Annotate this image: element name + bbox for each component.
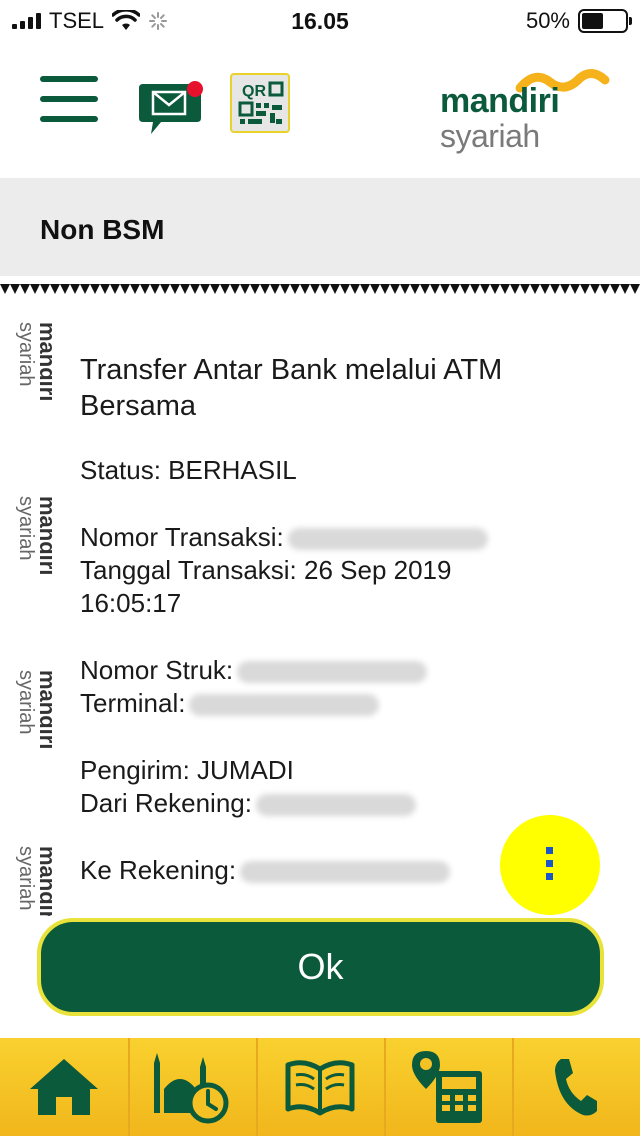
logo-text-syariah: syariah xyxy=(440,118,540,154)
transaction-date-line: Tanggal Transaksi: 26 Sep 2019 16:05:17 xyxy=(80,555,452,618)
battery-icon xyxy=(578,9,632,33)
sender-line: Pengirim: JUMADI xyxy=(80,755,294,785)
hamburger-menu-icon[interactable] xyxy=(40,76,98,122)
redacted-value xyxy=(237,661,428,684)
receipt-number-line: Nomor Struk: xyxy=(80,654,580,687)
battery-percent: 50% xyxy=(525,8,570,33)
atm-location-icon xyxy=(412,1051,482,1123)
svg-text:syariah: syariah xyxy=(15,496,37,560)
redacted-value xyxy=(287,528,488,551)
redacted-value xyxy=(189,694,380,717)
nav-quran[interactable] xyxy=(256,1038,384,1136)
redacted-value xyxy=(255,794,416,817)
receipt-body: Transfer Antar Bank melalui ATM Bersama … xyxy=(80,352,580,887)
svg-text:syariah: syariah xyxy=(15,322,37,386)
watermark-logo: mandiri syariah xyxy=(15,496,52,575)
status-right: 50% xyxy=(525,8,632,34)
from-account-line: Dari Rekening: xyxy=(80,787,580,820)
app-header: QR mandiri syariah xyxy=(0,40,640,178)
bottom-navigation xyxy=(0,1038,640,1136)
qr-label: QR xyxy=(242,83,266,100)
terminal-line: Terminal: xyxy=(80,687,580,720)
qr-code-button[interactable]: QR xyxy=(230,73,290,133)
logo-text-mandiri: mandiri xyxy=(440,82,560,120)
notification-dot xyxy=(187,81,203,97)
nav-prayer-time[interactable] xyxy=(128,1038,256,1136)
mosque-time-icon xyxy=(154,1053,229,1124)
mandiri-syariah-logo: mandiri syariah xyxy=(440,60,625,155)
phone-icon xyxy=(555,1059,597,1116)
more-options-button[interactable] xyxy=(500,815,600,915)
page-title-bar: Non BSM xyxy=(0,178,640,276)
svg-text:syariah: syariah xyxy=(15,670,37,734)
receipt-zigzag-edge xyxy=(0,284,640,294)
watermark-logo: mandiri syariah xyxy=(15,322,52,401)
quran-icon xyxy=(285,1060,355,1116)
home-icon xyxy=(30,1059,98,1115)
status-bar: TSEL 16.05 50% xyxy=(0,0,640,40)
nav-home[interactable] xyxy=(0,1038,128,1136)
nav-call[interactable] xyxy=(512,1038,640,1136)
vertical-dots-icon xyxy=(546,847,553,880)
qr-code-icon: QR xyxy=(238,81,284,124)
message-icon[interactable] xyxy=(139,80,205,136)
ok-button[interactable]: Ok xyxy=(37,918,604,1016)
redacted-value xyxy=(240,861,451,884)
watermark-logo: mandiri syariah xyxy=(15,670,52,749)
receipt-title: Transfer Antar Bank melalui ATM Bersama xyxy=(80,354,503,422)
status-line: Status: BERHASIL xyxy=(80,455,297,485)
svg-text:syariah: syariah xyxy=(15,846,37,910)
page-title: Non BSM xyxy=(40,214,165,245)
watermark-logo: mandiri syariah xyxy=(15,846,52,916)
transaction-number-line: Nomor Transaksi: xyxy=(80,521,580,554)
nav-atm-location[interactable] xyxy=(384,1038,512,1136)
